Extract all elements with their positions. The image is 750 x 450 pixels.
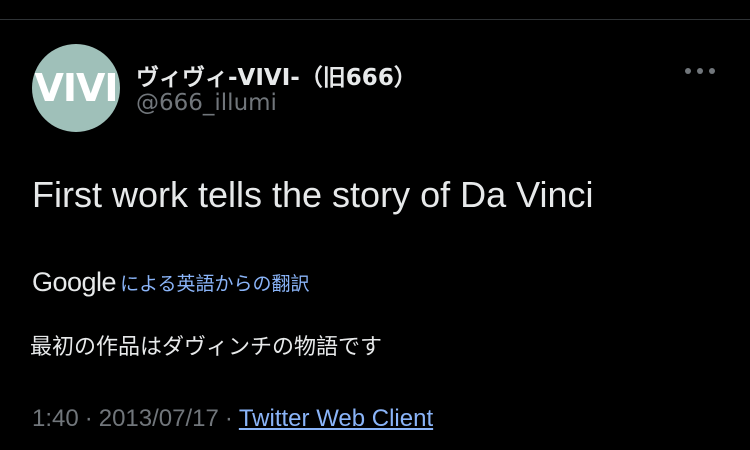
top-divider — [0, 19, 750, 20]
more-horizontal-icon — [685, 68, 715, 74]
avatar-logo-text: VIVI — [34, 66, 118, 110]
more-options-button[interactable] — [680, 58, 720, 84]
translated-tweet-text: 最初の作品はダヴィンチの物語です — [30, 335, 383, 360]
meta-separator: · — [224, 405, 233, 432]
translation-label[interactable]: による英語からの翻訳 — [120, 269, 309, 296]
tweet-source-link[interactable]: Twitter Web Client — [239, 405, 433, 432]
translation-attribution: Google による英語からの翻訳 — [32, 266, 310, 298]
google-logo: Google — [32, 266, 117, 297]
tweet-date[interactable]: 2013/07/17 — [99, 405, 219, 432]
author-handle[interactable]: @666_illumi — [136, 90, 277, 116]
tweet-text: First work tells the story of Da Vinci — [32, 174, 594, 215]
tweet-time[interactable]: 1:40 — [32, 405, 79, 432]
author-display-name[interactable]: ヴィヴィ-VIVI-（旧666） — [136, 58, 417, 92]
meta-separator: · — [84, 405, 93, 432]
avatar[interactable]: VIVI — [32, 44, 120, 132]
tweet-meta: 1:40 · 2013/07/17 · Twitter Web Client — [32, 405, 433, 433]
